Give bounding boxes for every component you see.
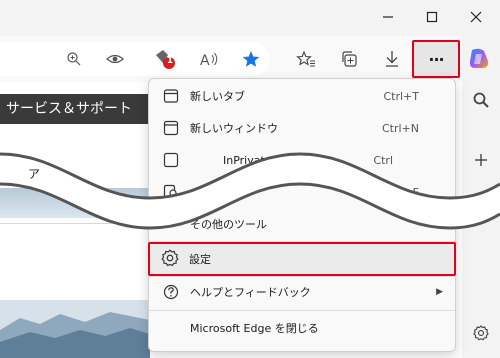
favorites-button[interactable] xyxy=(292,45,320,73)
more-label: ··· xyxy=(428,49,444,69)
zoom-button[interactable] xyxy=(60,45,88,73)
close-icon xyxy=(470,11,482,23)
download-icon xyxy=(386,51,398,67)
collections-icon xyxy=(342,51,357,67)
menu-item-label: 新しいタブ xyxy=(190,90,245,103)
maximize-button[interactable] xyxy=(417,6,447,28)
new-tab-icon xyxy=(161,86,181,106)
menu-item-label: ヘルプとフィードバック xyxy=(190,286,311,299)
zoom-icon xyxy=(67,52,81,66)
read-aloud-button[interactable]: A xyxy=(196,45,224,73)
downloads-button[interactable] xyxy=(378,45,406,73)
menu-separator xyxy=(149,310,455,311)
star-icon xyxy=(242,51,260,67)
help-icon xyxy=(161,282,181,302)
collections-button[interactable] xyxy=(335,45,363,73)
address-bar[interactable] xyxy=(0,42,270,76)
read-aloud-icon: A xyxy=(200,52,218,67)
sidebar-settings-button[interactable] xyxy=(467,319,495,347)
close-window-button[interactable] xyxy=(461,6,491,28)
menu-item-new-tab[interactable]: 新しいタブ Ctrl+T xyxy=(149,80,455,112)
svg-text:A: A xyxy=(200,53,210,67)
page-image-mountains xyxy=(0,300,150,358)
page-partial-text: ア xyxy=(28,167,41,181)
menu-item-close-edge[interactable]: Microsoft Edge を閉じる xyxy=(149,312,455,344)
title-bar xyxy=(0,0,500,36)
view-button[interactable] xyxy=(101,45,129,73)
sidebar-search-button[interactable] xyxy=(467,86,495,114)
new-window-icon xyxy=(161,118,181,138)
minimize-button[interactable] xyxy=(373,6,403,28)
search-icon xyxy=(473,92,489,108)
more-button[interactable]: ··· xyxy=(412,40,460,78)
menu-item-label: Microsoft Edge を閉じる xyxy=(190,322,319,335)
menu-item-help-feedback[interactable]: ヘルプとフィードバック ▶ xyxy=(149,276,455,308)
maximize-icon xyxy=(426,11,438,23)
extension-badge: 1 xyxy=(166,56,174,66)
favorite-button[interactable] xyxy=(237,45,265,73)
wave-cut-divider xyxy=(0,152,500,230)
menu-item-shortcut: Ctrl+T xyxy=(383,89,419,103)
page-banner: サービス＆サポート xyxy=(0,94,150,124)
chevron-right-icon: ▶ xyxy=(436,287,443,297)
favorites-icon xyxy=(296,50,315,67)
menu-item-settings[interactable]: 設定 xyxy=(148,242,456,276)
copilot-icon xyxy=(469,48,489,68)
gear-icon xyxy=(473,325,489,341)
minimize-icon xyxy=(383,16,393,18)
menu-item-label: 設定 xyxy=(189,253,211,266)
copilot-button[interactable] xyxy=(465,45,493,73)
eye-icon xyxy=(106,54,124,64)
gear-icon xyxy=(160,248,180,268)
menu-item-label: 新しいウィンドウ xyxy=(190,122,278,135)
extension-button[interactable]: 1 xyxy=(150,45,178,73)
menu-item-shortcut: Ctrl+N xyxy=(381,121,419,135)
